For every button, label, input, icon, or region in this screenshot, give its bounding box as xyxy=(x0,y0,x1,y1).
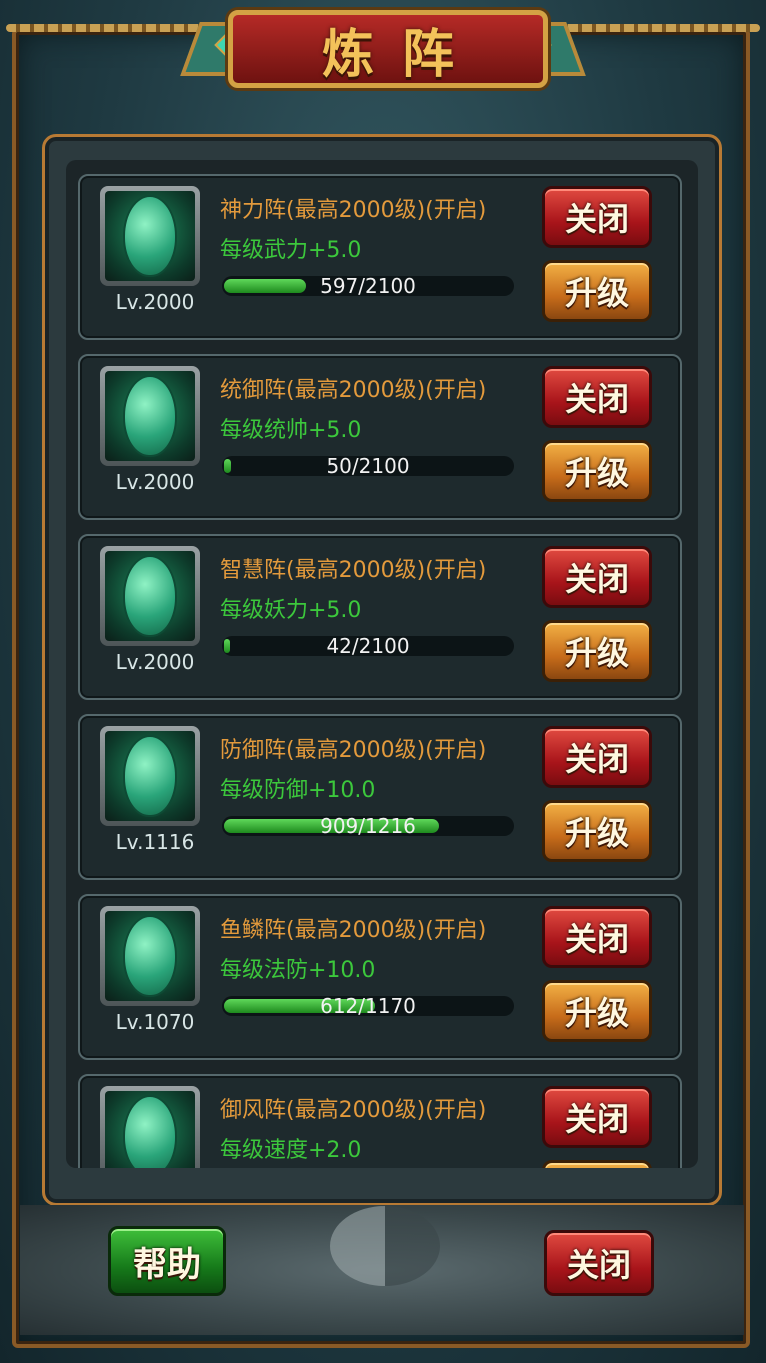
jade-pendant-icon xyxy=(123,915,177,997)
progress-text: 612/1170 xyxy=(320,994,416,1018)
formation-name: 鱼鳞阵(最高2000级)(开启) xyxy=(220,918,487,943)
close-formation-button[interactable]: 关闭 xyxy=(542,366,652,428)
jade-pendant-icon xyxy=(123,195,177,277)
upgrade-button[interactable] xyxy=(542,1160,652,1168)
jade-pendant-icon xyxy=(123,1095,177,1168)
formation-level: Lv.2000 xyxy=(115,650,195,674)
close-formation-button[interactable]: 关闭 xyxy=(542,1086,652,1148)
formation-level: Lv.2000 xyxy=(115,290,195,314)
page-title: 炼阵 xyxy=(321,24,482,85)
formation-effect: 每级妖力+5.0 xyxy=(220,598,362,623)
formation-name: 御风阵(最高2000级)(开启) xyxy=(220,1098,487,1123)
close-formation-button[interactable]: 关闭 xyxy=(542,546,652,608)
progress-text: 50/2100 xyxy=(326,454,410,478)
upgrade-button[interactable]: 升级 xyxy=(542,260,652,322)
formation-item: Lv.2000 智慧阵(最高2000级)(开启) 每级妖力+5.0 42/210… xyxy=(78,534,682,700)
close-formation-button[interactable]: 关闭 xyxy=(542,906,652,968)
formation-effect: 每级武力+5.0 xyxy=(220,238,362,263)
formation-name: 统御阵(最高2000级)(开启) xyxy=(220,378,487,403)
jade-pendant-icon xyxy=(123,555,177,637)
formation-level: Lv.2000 xyxy=(115,470,195,494)
title-plaque: 炼阵 xyxy=(180,6,586,88)
upgrade-button[interactable]: 升级 xyxy=(542,980,652,1042)
upgrade-button[interactable]: 升级 xyxy=(542,620,652,682)
formation-level: Lv.1070 xyxy=(115,1010,195,1034)
progress-text: 909/1216 xyxy=(320,814,416,838)
close-formation-button[interactable]: 关闭 xyxy=(542,186,652,248)
formation-item: Lv.1116 防御阵(最高2000级)(开启) 每级防御+10.0 909/1… xyxy=(78,714,682,880)
formation-effect: 每级统帅+5.0 xyxy=(220,418,362,443)
formation-effect: 每级法防+10.0 xyxy=(220,958,376,983)
formation-level: Lv.1116 xyxy=(115,830,195,854)
formation-item: Lv.2000 神力阵(最高2000级)(开启) 每级武力+5.0 597/21… xyxy=(78,174,682,340)
close-formation-button[interactable]: 关闭 xyxy=(542,726,652,788)
jade-pendant-icon xyxy=(123,375,177,457)
formation-icon[interactable] xyxy=(100,726,200,826)
formation-name: 智慧阵(最高2000级)(开启) xyxy=(220,558,487,583)
jade-pendant-icon xyxy=(123,735,177,817)
formation-effect: 每级防御+10.0 xyxy=(220,778,376,803)
formation-item: Lv.1070 鱼鳞阵(最高2000级)(开启) 每级法防+10.0 612/1… xyxy=(78,894,682,1060)
formation-item: 御风阵(最高2000级)(开启) 每级速度+2.0 关闭 xyxy=(78,1074,682,1168)
formation-list[interactable]: Lv.2000 神力阵(最高2000级)(开启) 每级武力+5.0 597/21… xyxy=(66,160,698,1168)
game-window: 炼阵 Lv.2000 神力阵(最高2000级)(开启) 每级武力+5.0 597… xyxy=(0,0,766,1363)
close-window-button[interactable]: 关闭 xyxy=(544,1230,654,1296)
upgrade-button[interactable]: 升级 xyxy=(542,800,652,862)
formation-icon[interactable] xyxy=(100,366,200,466)
formation-icon[interactable] xyxy=(100,186,200,286)
formation-icon[interactable] xyxy=(100,1086,200,1168)
formation-icon[interactable] xyxy=(100,906,200,1006)
help-button[interactable]: 帮助 xyxy=(108,1226,226,1296)
progress-text: 42/2100 xyxy=(326,634,410,658)
progress-text: 597/2100 xyxy=(320,274,416,298)
formation-name: 防御阵(最高2000级)(开启) xyxy=(220,738,487,763)
formation-item: Lv.2000 统御阵(最高2000级)(开启) 每级统帅+5.0 50/210… xyxy=(78,354,682,520)
formation-icon[interactable] xyxy=(100,546,200,646)
yin-yang-icon xyxy=(330,1206,440,1286)
upgrade-button[interactable]: 升级 xyxy=(542,440,652,502)
formation-effect: 每级速度+2.0 xyxy=(220,1138,362,1163)
formation-name: 神力阵(最高2000级)(开启) xyxy=(220,198,487,223)
title-banner: 炼阵 xyxy=(228,10,548,88)
